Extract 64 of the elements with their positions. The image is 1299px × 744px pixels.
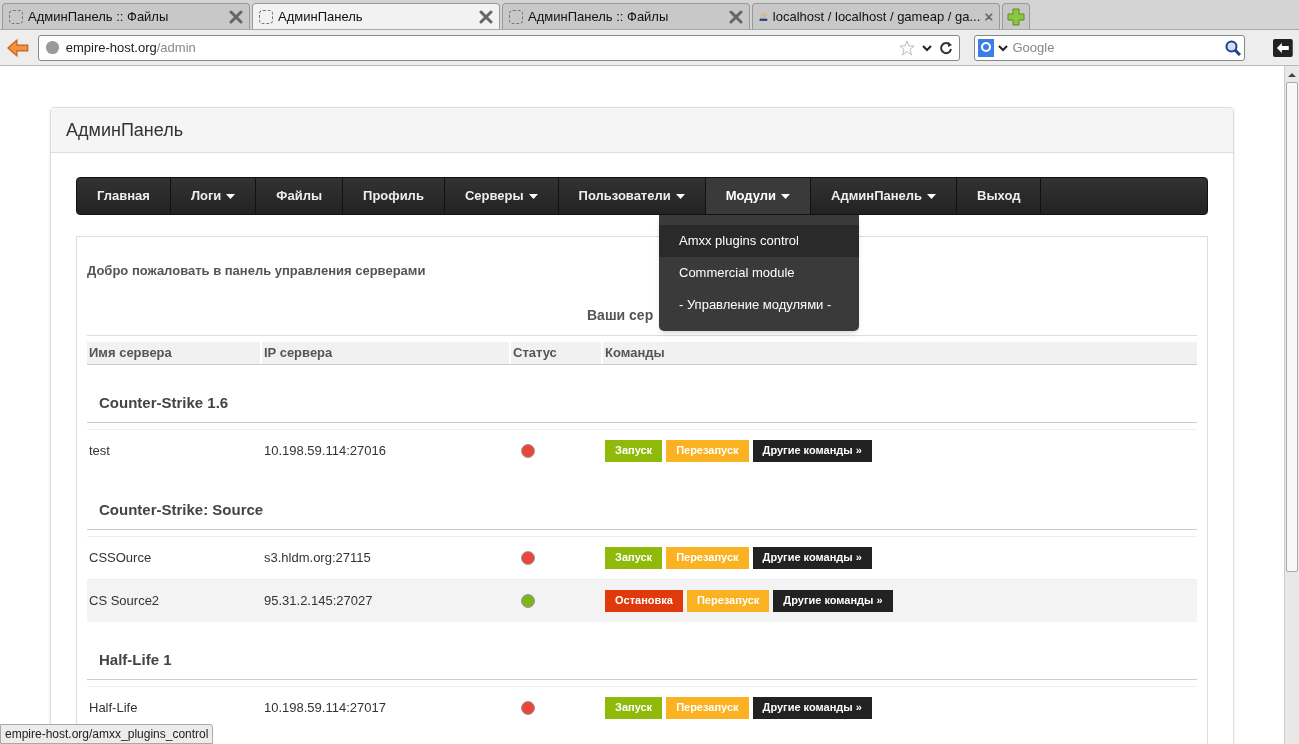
column-header: IP сервера xyxy=(262,341,509,364)
close-icon[interactable] xyxy=(729,9,743,24)
tab-title: АдминПанель :: Файлы xyxy=(28,7,170,26)
search-field[interactable]: Google xyxy=(974,34,1246,61)
chevron-down-icon[interactable] xyxy=(998,42,1009,53)
scrollbar[interactable] xyxy=(1284,66,1299,744)
reload-icon[interactable] xyxy=(939,40,954,55)
address-bar[interactable]: empire-host.org/admin xyxy=(37,34,961,61)
scroll-thumb[interactable] xyxy=(1286,82,1298,572)
nav-item[interactable]: Серверы xyxy=(444,178,559,214)
browser-tab[interactable]: АдминПанель :: Файлы xyxy=(2,3,250,29)
browser-tab[interactable]: АдминПанель xyxy=(252,3,500,29)
tab-title: АдминПанель :: Файлы xyxy=(528,7,670,26)
command-button[interactable]: Другие команды » xyxy=(752,439,872,462)
welcome-text: Добро пожаловать в панель управления серверами xyxy=(87,262,426,280)
back-arrow-icon[interactable] xyxy=(6,37,30,58)
plus-icon xyxy=(1007,7,1025,26)
close-icon[interactable] xyxy=(229,9,243,24)
blank-page-icon xyxy=(9,9,23,24)
game-heading: Counter-Strike: Source xyxy=(99,500,264,518)
command-button[interactable]: Другие команды » xyxy=(752,546,872,569)
menu-item[interactable]: - Управление модулями - xyxy=(659,289,859,321)
nav-item[interactable]: АдминПанель xyxy=(811,178,958,214)
column-header: Имя сервера xyxy=(87,341,260,364)
g-logo-icon xyxy=(978,38,995,57)
command-button[interactable]: Другие команды » xyxy=(773,589,893,612)
tab-title: АдминПанель xyxy=(278,7,364,26)
column-header: Команды xyxy=(603,341,1197,364)
nav-item[interactable]: Файлы xyxy=(256,178,344,214)
server-name: CS Source2 xyxy=(88,591,161,610)
nav-item[interactable]: Главная xyxy=(77,178,171,214)
server-ip: s3.hldm.org:27115 xyxy=(263,548,372,567)
nav-item[interactable]: Модули xyxy=(705,178,812,214)
nav-item[interactable]: Пользователи xyxy=(558,178,706,214)
server-name: Half-Life xyxy=(88,698,139,717)
blank-page-icon xyxy=(509,9,523,24)
server-name: CSSOurce xyxy=(88,548,153,567)
server-ip: 95.31.2.145:27027 xyxy=(263,591,374,610)
column-header: Статус xyxy=(511,341,601,364)
search-input[interactable]: Google xyxy=(1012,37,1222,58)
menu-item[interactable]: Amxx plugins control xyxy=(659,225,859,257)
browser-tab[interactable]: АдминПанель :: Файлы xyxy=(502,3,750,29)
blank-page-icon xyxy=(259,9,273,24)
nav-item[interactable]: Профиль xyxy=(343,178,445,214)
panel-title: АдминПанель xyxy=(66,118,184,142)
server-name: test xyxy=(88,441,111,460)
game-heading: Counter-Strike 1.6 xyxy=(99,393,229,411)
browser-tab[interactable]: localhost / localhost / gameap / ga... xyxy=(752,3,1000,29)
star-icon[interactable] xyxy=(899,39,916,56)
nav-item[interactable]: Логи xyxy=(170,178,257,214)
table-title: Ваши сер xyxy=(587,306,654,323)
nav-item[interactable]: Выход xyxy=(957,178,1042,214)
server-ip: 10.198.59.114:27016 xyxy=(263,441,387,460)
close-icon[interactable] xyxy=(479,9,493,24)
search-icon[interactable] xyxy=(1225,39,1242,56)
command-button[interactable]: Остановка xyxy=(605,589,683,612)
url-text: empire-host.org/admin xyxy=(65,38,197,57)
server-ip: 10.198.59.114:27017 xyxy=(263,698,387,717)
game-heading: Half-Life 1 xyxy=(99,650,172,668)
up-arrow-icon[interactable] xyxy=(1287,70,1297,80)
status-bar: empire-host.org/amxx_plugins_control xyxy=(0,724,214,744)
command-button[interactable]: Другие команды » xyxy=(752,696,872,719)
tab-title: localhost / localhost / gameap / ga... xyxy=(772,7,981,26)
menu-item[interactable]: Commercial module xyxy=(659,257,859,289)
